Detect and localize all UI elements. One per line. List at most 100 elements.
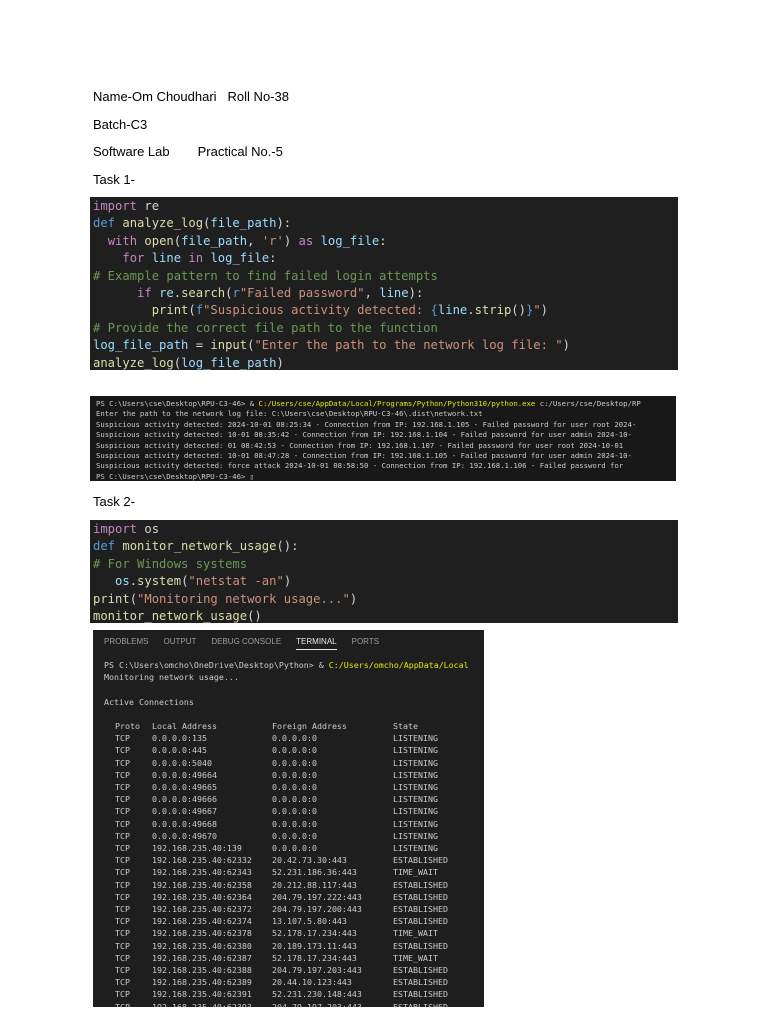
tab-debug-console[interactable]: DEBUG CONSOLE xyxy=(211,637,281,650)
code-token: file_path xyxy=(181,233,248,248)
proto: TCP xyxy=(115,769,130,780)
student-info: Name-Om Choudhari Roll No-38 xyxy=(93,89,289,104)
tab-problems[interactable]: PROBLEMS xyxy=(104,637,148,650)
code-line: log_file_path = input("Enter the path to… xyxy=(93,337,675,354)
code-line: import os xyxy=(93,521,675,538)
col-foreign: Foreign Address xyxy=(272,721,347,732)
code-token: . xyxy=(173,286,182,301)
local-address: 192.168.235.40:62332 xyxy=(152,855,252,866)
proto: TCP xyxy=(115,818,130,829)
code-line: print("Monitoring network usage...") xyxy=(93,591,675,608)
code-line: def analyze_log(file_path): xyxy=(93,215,675,232)
task2-label: Task 2- xyxy=(93,494,135,509)
state: ESTABLISHED xyxy=(393,891,448,902)
tab-terminal[interactable]: TERMINAL xyxy=(296,637,337,650)
proto: TCP xyxy=(115,806,130,817)
local-address: 192.168.235.40:62374 xyxy=(152,916,252,927)
code-token: for xyxy=(122,251,145,266)
code-line: for line in log_file: xyxy=(93,250,675,267)
code-token: () xyxy=(511,303,526,318)
proto: TCP xyxy=(115,843,130,854)
terminal-line: Suspicious activity detected: 10-01 08:4… xyxy=(96,451,632,461)
code-token: . xyxy=(467,303,475,318)
code-token: . xyxy=(129,574,138,589)
code-token: ( xyxy=(129,591,138,606)
task2-terminal-panel: PROBLEMS OUTPUT DEBUG CONSOLE TERMINAL PORTS… xyxy=(93,630,484,1007)
code-token: log_file xyxy=(210,251,270,266)
proto: TCP xyxy=(115,1001,130,1007)
foreign-address: 0.0.0.0:0 xyxy=(272,782,317,793)
netstat-row: TCP 192.168.235.40:62388 204.79.197.203:44… xyxy=(93,964,484,976)
code-token: ) xyxy=(540,303,548,318)
code-token: ) xyxy=(276,355,284,370)
code-token: log_file xyxy=(320,233,380,248)
code-line: with open(file_path, 'r') as log_file: xyxy=(93,233,675,250)
local-address: 192.168.235.40:62391 xyxy=(152,989,252,1000)
netstat-row: TCP 0.0.0.0:49670 0.0.0.0:0 LISTENING xyxy=(93,830,484,842)
code-line: import re xyxy=(93,198,675,215)
code-token: as xyxy=(298,233,314,248)
netstat-row: TCP 192.168.235.40:62343 52.231.186.36:443… xyxy=(93,866,484,878)
state: ESTABLISHED xyxy=(393,1001,448,1007)
code-token: ( xyxy=(188,303,196,318)
code-token: : xyxy=(269,251,277,266)
local-address: 0.0.0.0:49668 xyxy=(152,818,217,829)
program-output: Monitoring network usage... xyxy=(104,672,239,683)
foreign-address: 0.0.0.0:0 xyxy=(272,769,317,780)
code-token: , xyxy=(247,233,262,248)
state: ESTABLISHED xyxy=(393,855,448,866)
proto: TCP xyxy=(115,977,130,988)
proto: TCP xyxy=(115,733,130,744)
code-token: = xyxy=(188,338,211,353)
netstat-row: TCP 0.0.0.0:49665 0.0.0.0:0 LISTENING xyxy=(93,781,484,793)
state: LISTENING xyxy=(393,843,438,854)
code-line: analyze_log(log_file_path) xyxy=(93,355,675,370)
code-token: () xyxy=(247,609,262,623)
roll-number: Roll No-38 xyxy=(227,89,289,104)
code-token: ( xyxy=(173,355,182,370)
tab-ports[interactable]: PORTS xyxy=(352,637,379,650)
netstat-row: TCP 192.168.235.40:62364 204.79.197.222:44… xyxy=(93,891,484,903)
foreign-address: 0.0.0.0:0 xyxy=(272,757,317,768)
local-address: 192.168.235.40:62388 xyxy=(152,965,252,976)
netstat-row: TCP 0.0.0.0:49664 0.0.0.0:0 LISTENING xyxy=(93,769,484,781)
code-token: analyze_log xyxy=(93,355,174,370)
state: TIME_WAIT xyxy=(393,952,438,963)
code-token: line xyxy=(379,286,409,301)
code-line: # Example pattern to find failed login a… xyxy=(93,268,675,285)
foreign-address: 204.79.197.203:443 xyxy=(272,1001,362,1007)
proto: TCP xyxy=(115,757,130,768)
code-token: line xyxy=(437,303,468,318)
code-token: analyze_log xyxy=(122,216,204,231)
code-token: monitor_network_usage xyxy=(93,609,248,623)
proto: TCP xyxy=(115,855,130,866)
proto: TCP xyxy=(115,928,130,939)
foreign-address: 0.0.0.0:0 xyxy=(272,733,317,744)
local-address: 0.0.0.0:49664 xyxy=(152,769,217,780)
netstat-row: TCP 192.168.235.40:62391 52.231.230.148:44… xyxy=(93,988,484,1000)
python-path: C:/Users/omcho/AppData/Local xyxy=(328,660,469,670)
code-token: monitor_network_usage xyxy=(122,539,277,554)
practical-number: Practical No.-5 xyxy=(197,144,283,159)
foreign-address: 20.212.88.117:443 xyxy=(272,879,357,890)
code-token: with xyxy=(107,233,138,248)
code-token: f xyxy=(195,303,204,318)
code-token: 'r' xyxy=(261,233,284,248)
code-line: print(f"Suspicious activity detected: {l… xyxy=(93,302,675,319)
code-token: ): xyxy=(276,216,292,231)
code-token: re xyxy=(137,199,160,213)
code-token: import xyxy=(93,199,138,213)
subject-line: Software Lab Practical No.-5 xyxy=(93,144,283,159)
code-token: # Example pattern to find failed login a… xyxy=(93,268,438,283)
code-token: os xyxy=(115,574,130,589)
tab-output[interactable]: OUTPUT xyxy=(163,637,196,650)
code-token: ) xyxy=(283,574,292,589)
foreign-address: 204.79.197.203:443 xyxy=(272,965,362,976)
code-line: if re.search(r"Failed password", line): xyxy=(93,285,675,302)
code-line: # Provide the correct file path to the f… xyxy=(93,320,675,337)
netstat-row: TCP 192.168.235.40:62389 20.44.10.123:443 E… xyxy=(93,976,484,988)
proto: TCP xyxy=(115,745,130,756)
